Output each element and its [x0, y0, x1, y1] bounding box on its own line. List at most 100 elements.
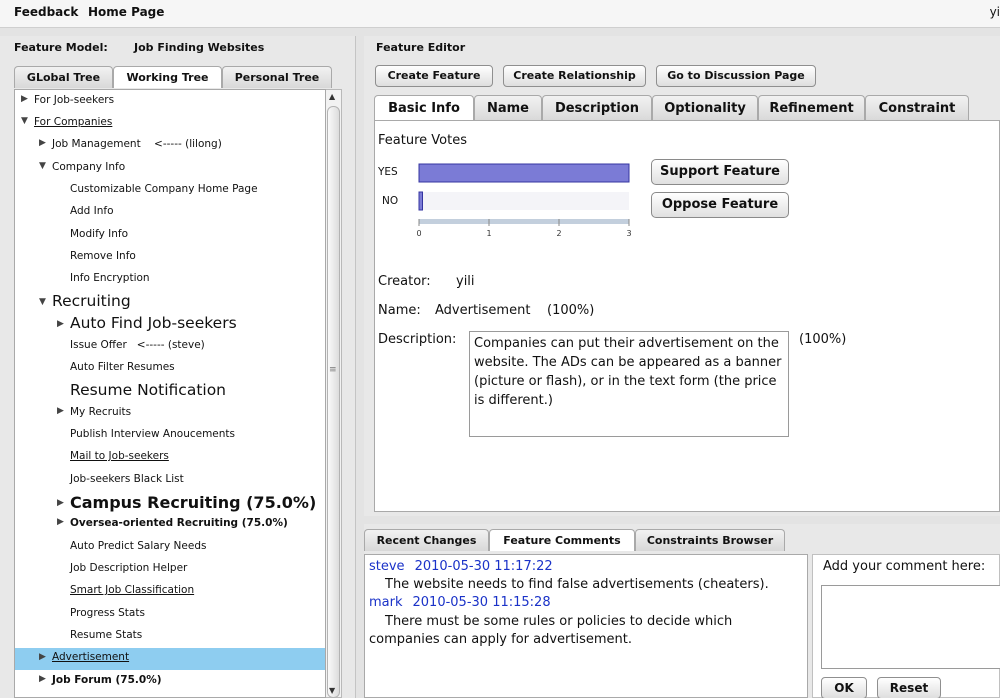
tab-working-tree[interactable]: Working Tree: [113, 66, 222, 88]
tree-item[interactable]: Modify Info: [15, 228, 325, 244]
collapse-toggle-icon[interactable]: ▼: [39, 297, 46, 307]
tree-item[interactable]: Resume Stats: [15, 629, 325, 645]
tree-item[interactable]: Add Info: [15, 205, 325, 221]
tree-item-label[interactable]: For Companies: [34, 116, 112, 128]
tree-item-label[interactable]: Add Info: [70, 205, 114, 217]
tree-item-label[interactable]: Company Info: [52, 161, 125, 173]
expand-toggle-icon[interactable]: ▶: [39, 674, 46, 684]
tree-item[interactable]: ▶ Auto Find Job-seekers: [15, 314, 325, 334]
expand-toggle-icon[interactable]: ▶: [57, 406, 64, 416]
name-label: Name:: [378, 303, 421, 318]
tree-item-label[interactable]: Mail to Job-seekers: [70, 450, 169, 462]
tree-item[interactable]: ▶ My Recruits: [15, 406, 325, 422]
discussion-page-button[interactable]: Go to Discussion Page: [656, 65, 816, 87]
tree-item-label[interactable]: Smart Job Classification: [70, 584, 194, 596]
tree-item-label[interactable]: Campus Recruiting (75.0%): [70, 493, 316, 512]
scroll-down-icon[interactable]: ▼: [329, 686, 335, 695]
tree-item-label[interactable]: For Job-seekers: [34, 94, 114, 106]
tree-item-label[interactable]: Info Encryption: [70, 272, 150, 284]
tree-item-label[interactable]: Resume Notification: [70, 381, 226, 399]
expand-toggle-icon[interactable]: ▶: [39, 138, 46, 148]
support-feature-button[interactable]: Support Feature: [651, 159, 789, 185]
reset-button[interactable]: Reset: [877, 677, 941, 698]
tab-feature-comments[interactable]: Feature Comments: [489, 529, 635, 551]
tab-constraint[interactable]: Constraint: [865, 95, 969, 121]
tree-item[interactable]: ▶ Campus Recruiting (75.0%): [15, 493, 325, 513]
comment-author[interactable]: steve: [369, 559, 405, 574]
vote-axis-tick-label: 1: [486, 229, 491, 238]
tree-item-label[interactable]: Recruiting: [52, 292, 131, 310]
tab-name[interactable]: Name: [474, 95, 542, 121]
scroll-up-icon[interactable]: ▲: [329, 92, 335, 101]
collapse-toggle-icon[interactable]: ▼: [39, 161, 46, 171]
tree-item-label[interactable]: Publish Interview Anoucements: [70, 428, 235, 440]
tree-item[interactable]: Publish Interview Anoucements: [15, 428, 325, 444]
tree-item-label[interactable]: Customizable Company Home Page: [70, 183, 258, 195]
tree-item[interactable]: Job Description Helper: [15, 562, 325, 578]
vote-track: [419, 192, 629, 210]
expand-toggle-icon[interactable]: ▶: [57, 498, 64, 508]
tree-item[interactable]: Remove Info: [15, 250, 325, 266]
comment-input[interactable]: [821, 585, 1000, 669]
tab-global-tree[interactable]: GLobal Tree: [14, 66, 113, 88]
tab-recent-changes[interactable]: Recent Changes: [364, 529, 489, 551]
tab-constraints-browser[interactable]: Constraints Browser: [635, 529, 785, 551]
create-feature-button[interactable]: Create Feature: [375, 65, 493, 87]
tree-item-label[interactable]: Resume Stats: [70, 629, 142, 641]
tree-item-label[interactable]: Auto Find Job-seekers: [70, 314, 237, 332]
tree-item-label[interactable]: Auto Predict Salary Needs: [70, 540, 206, 552]
collapse-toggle-icon[interactable]: ▼: [21, 116, 28, 126]
tree-item-label[interactable]: Job Forum (75.0%): [52, 674, 162, 686]
oppose-feature-button[interactable]: Oppose Feature: [651, 192, 789, 218]
ok-button[interactable]: OK: [821, 677, 867, 698]
tree-item[interactable]: Issue Offer <----- (steve): [15, 339, 325, 355]
scrollbar-thumb[interactable]: [327, 106, 340, 698]
expand-toggle-icon[interactable]: ▶: [57, 319, 64, 329]
tree-item-label[interactable]: My Recruits: [70, 406, 131, 418]
tree-scrollbar[interactable]: ▲ ≡ ▼: [326, 89, 342, 698]
tree-item-label[interactable]: Remove Info: [70, 250, 136, 262]
tree-item[interactable]: Resume Notification: [15, 381, 325, 401]
comments-list: steve 2010-05-30 11:17:22 The website nee…: [364, 554, 808, 698]
tree-item-label[interactable]: Progress Stats: [70, 607, 145, 619]
tree-item-selected[interactable]: ▶ Advertisement: [15, 648, 325, 670]
tree-item[interactable]: Auto Predict Salary Needs: [15, 540, 325, 556]
tab-basic-info[interactable]: Basic Info: [374, 95, 474, 121]
feedback-link[interactable]: Feedback: [14, 5, 78, 19]
tree-item[interactable]: Mail to Job-seekers: [15, 450, 325, 466]
tree-item[interactable]: Progress Stats: [15, 607, 325, 623]
tree-item[interactable]: ▶ Job Forum (75.0%): [15, 674, 325, 690]
comment-date: 2010-05-30 11:17:22: [414, 559, 553, 574]
tab-refinement[interactable]: Refinement: [758, 95, 865, 121]
expand-toggle-icon[interactable]: ▶: [39, 652, 46, 662]
tree-item[interactable]: Smart Job Classification: [15, 584, 325, 600]
tree-item-label[interactable]: Auto Filter Resumes: [70, 361, 175, 373]
comment-author[interactable]: mark: [369, 595, 403, 610]
tab-optionality[interactable]: Optionality: [652, 95, 758, 121]
tab-description[interactable]: Description: [542, 95, 652, 121]
description-percent: (100%): [799, 332, 847, 347]
tree-item[interactable]: Job-seekers Black List: [15, 473, 325, 489]
tree-item-label[interactable]: Issue Offer <----- (steve): [70, 339, 205, 351]
tree-item[interactable]: ▶ Job Management <----- (lilong): [15, 138, 325, 154]
home-page-link[interactable]: Home Page: [88, 5, 164, 19]
create-relationship-button[interactable]: Create Relationship: [503, 65, 646, 87]
expand-toggle-icon[interactable]: ▶: [57, 517, 64, 527]
tree-item-label[interactable]: Job-seekers Black List: [70, 473, 184, 485]
tree-item-label[interactable]: Job Management <----- (lilong): [52, 138, 222, 150]
tab-personal-tree[interactable]: Personal Tree: [222, 66, 332, 88]
tree-item-label[interactable]: Modify Info: [70, 228, 128, 240]
tree-item[interactable]: Info Encryption: [15, 272, 325, 288]
tree-item-label[interactable]: Advertisement: [52, 651, 129, 663]
tree-item[interactable]: ▼ Recruiting: [15, 292, 325, 312]
comment-date: 2010-05-30 11:15:28: [412, 595, 551, 610]
tree-item[interactable]: ▶ For Job-seekers: [15, 94, 325, 110]
tree-item[interactable]: Auto Filter Resumes: [15, 361, 325, 377]
tree-item[interactable]: Customizable Company Home Page: [15, 183, 325, 199]
tree-item-label[interactable]: Oversea-oriented Recruiting (75.0%): [70, 517, 288, 529]
tree-item[interactable]: ▼ For Companies: [15, 116, 325, 132]
tree-item[interactable]: ▼ Company Info: [15, 161, 325, 177]
expand-toggle-icon[interactable]: ▶: [21, 94, 28, 104]
tree-item-label[interactable]: Job Description Helper: [70, 562, 187, 574]
tree-item[interactable]: ▶ Oversea-oriented Recruiting (75.0%): [15, 517, 325, 533]
